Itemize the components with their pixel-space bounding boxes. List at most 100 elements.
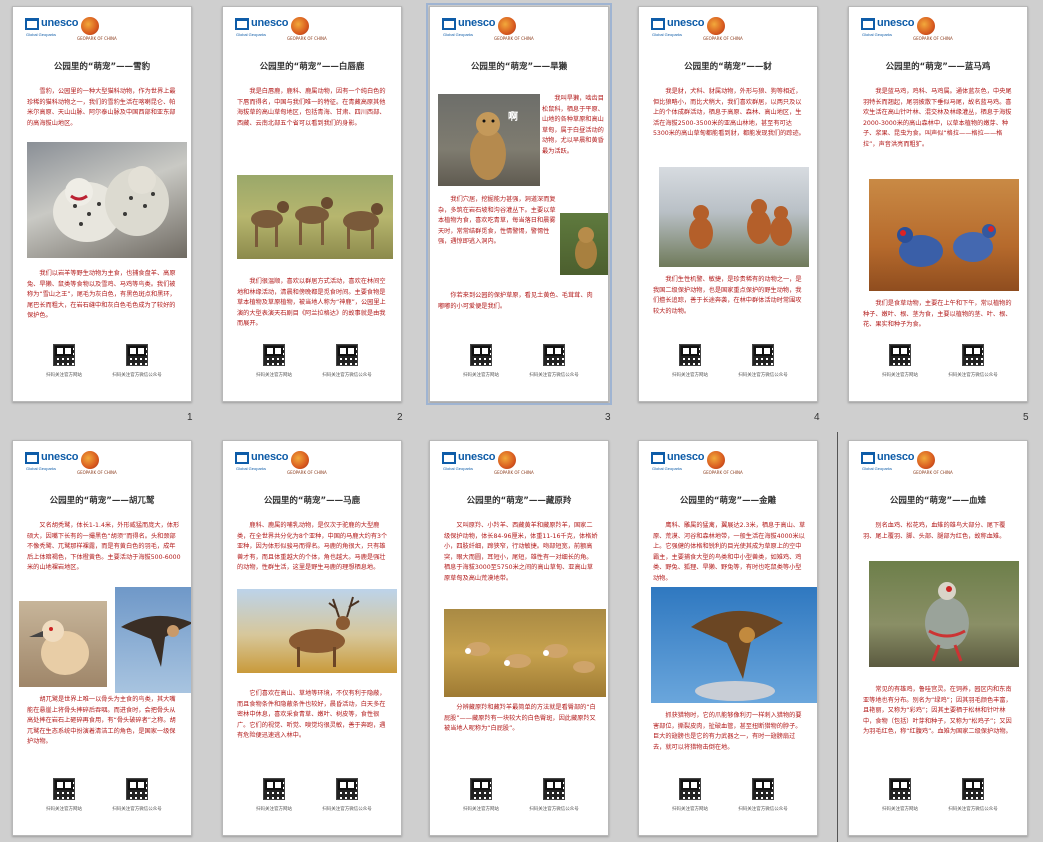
paragraph: 我是豺，犬科、豺属动物，外形与狼、狗等相近，但比狼略小，而比犬稍大，我们喜欢群居… [653, 88, 805, 137]
slide-thumbnail-2[interactable]: unesco Global Geoparks GEOPARK OF CHINA … [222, 6, 402, 402]
slide-thumbnail-9[interactable]: unesco Global Geoparks GEOPARK OF CHINA … [638, 440, 818, 836]
paragraph: 我是白唇鹿，鹿科、鹿属动物，因有一个纯白色的下唇而得名，中国与我们唯一的特征。在… [237, 88, 386, 127]
unesco-logo: unesco [41, 17, 79, 29]
qr-caption-website: 扫码关注官方网站 [256, 373, 292, 378]
slide-thumbnail-7[interactable]: unesco Global Geoparks GEOPARK OF CHINA … [222, 440, 402, 836]
header-logos: unesco Global Geoparks GEOPARK OF CHINA [651, 17, 771, 45]
paragraph: 你若来到公园的保护草原，看见土黄色、毛茸茸、肉嘟嘟的小可爱便是我们。 [438, 292, 593, 310]
qr-code-wechat [543, 778, 565, 800]
unesco-sub: Global Geoparks [26, 466, 57, 471]
qr-code-wechat [752, 344, 774, 366]
slide-title: 公园里的“萌宠”——雪豹 [53, 62, 151, 72]
unesco-sub: Global Geoparks [26, 32, 57, 37]
unesco-emblem-icon [861, 18, 875, 30]
qr-caption-wechat: 扫码关注官方微信公众号 [529, 373, 579, 378]
geopark-logo-icon [917, 17, 935, 35]
slide-thumbnail-4[interactable]: unesco Global Geoparks GEOPARK OF CHINA … [638, 6, 818, 402]
geopark-logo-icon [707, 451, 725, 469]
header-logos: unesco Global Geoparks GEOPARK OF CHINA [861, 17, 981, 45]
unesco-logo: unesco [458, 451, 496, 463]
slide-title: 公园里的“萌宠”——旱獭 [470, 62, 568, 72]
qr-code-wechat [543, 344, 565, 366]
slide-number: 2 [397, 412, 403, 423]
paragraph: 我们很温顺，喜欢以群居方式活动，喜欢在林间空地和林缘活动，清晨和傍晚都是觅食时间… [237, 278, 386, 327]
slide-thumbnail-6[interactable]: unesco Global Geoparks GEOPARK OF CHINA … [12, 440, 192, 836]
slide-number: 3 [605, 412, 611, 423]
unesco-sub: Global Geoparks [443, 466, 474, 471]
qr-code-wechat [962, 344, 984, 366]
slide-title: 公园里的“萌宠”——白唇鹿 [259, 62, 365, 72]
svg-text:啊: 啊 [508, 111, 518, 123]
geopark-sub: GEOPARK OF CHINA [703, 36, 743, 41]
unesco-emblem-icon [442, 18, 456, 30]
unesco-logo: unesco [877, 451, 915, 463]
paragraph: 我是蓝马鸡，鸡科、马鸡属。通体蓝灰色，中央尾羽特长而翘起，尾羽披散下垂似马尾，故… [863, 88, 1012, 148]
geopark-sub: GEOPARK OF CHINA [913, 470, 953, 475]
red-deer-photo [237, 589, 397, 673]
qr-caption-wechat: 扫码关注官方微信公众号 [948, 807, 998, 812]
qr-code-website [263, 344, 285, 366]
qr-caption-wechat: 扫码关注官方微信公众号 [112, 807, 162, 812]
paragraph: 我们穴居，挖掘能力甚强，洞道深而复杂，多筑在岩石坡和沟谷灌丛下。主要以草本植物为… [438, 196, 556, 245]
qr-caption-wechat: 扫码关注官方微信公众号 [322, 807, 372, 812]
slide-thumbnail-8[interactable]: unesco Global Geoparks GEOPARK OF CHINA … [429, 440, 609, 836]
qr-code-website [53, 778, 75, 800]
paragraph: 分辨藏原羚和藏羚羊最简单的方法就是看臀部的“白屁股”——藏原羚有一块较大的白色臀… [444, 704, 596, 732]
slide-number: 5 [1023, 412, 1029, 423]
qr-caption-website: 扫码关注官方网站 [882, 373, 918, 378]
unesco-logo: unesco [667, 451, 705, 463]
paragraph: 别名血鸡、松花鸡，血雉的雄鸟大部分、尾下覆羽、尾上覆羽、脚、头部、腿部为红色，故… [863, 522, 1006, 540]
geopark-sub: GEOPARK OF CHINA [913, 36, 953, 41]
geopark-logo-icon [81, 451, 99, 469]
qr-code-website [470, 344, 492, 366]
geopark-logo-icon [498, 17, 516, 35]
blood-pheasant-photo [869, 561, 1019, 667]
paragraph: 我们生性机警、敏捷，是珍贵稀有的动物之一，是我国二级保护动物，也是国家重点保护的… [653, 276, 802, 315]
slide-thumbnail-5[interactable]: unesco Global Geoparks GEOPARK OF CHINA … [848, 6, 1028, 402]
qr-code-website [889, 344, 911, 366]
unesco-logo: unesco [251, 17, 289, 29]
slide-thumbnail-1[interactable]: unesco Global Geoparks GEOPARK OF CHINA … [12, 6, 192, 402]
geopark-sub: GEOPARK OF CHINA [287, 36, 327, 41]
blue-eared-pheasant-photo [869, 179, 1019, 291]
unesco-emblem-icon [235, 452, 249, 464]
unesco-logo: unesco [41, 451, 79, 463]
paragraph: 它们喜欢在高山、草地等环境，不仅有利于隐蔽，而且食物条件和隐蔽条件也较好，晨昏活… [237, 690, 386, 739]
tibetan-gazelle-photo [444, 609, 606, 697]
bearded-vulture-photo-2 [115, 587, 191, 693]
paragraph: 又叫原羚、小羚羊、西藏黄羊和藏原羚羊，国家二级保护动物，体长84-96厘米，体重… [444, 522, 598, 582]
slide-title: 公园里的“萌宠”——藏原羚 [466, 496, 572, 506]
geopark-sub: GEOPARK OF CHINA [77, 470, 117, 475]
slide-thumbnail-10[interactable]: unesco Global Geoparks GEOPARK OF CHINA … [848, 440, 1028, 836]
unesco-sub: Global Geoparks [862, 466, 893, 471]
dhole-photo [659, 167, 809, 267]
qr-code-website [679, 778, 701, 800]
unesco-logo: unesco [251, 451, 289, 463]
slide-title: 公园里的“萌宠”——金雕 [679, 496, 777, 506]
golden-eagle-photo [651, 587, 817, 703]
marmot-photo-1: 啊 [438, 94, 540, 186]
geopark-sub: GEOPARK OF CHINA [703, 470, 743, 475]
geopark-logo-icon [707, 17, 725, 35]
unesco-sub: Global Geoparks [236, 32, 267, 37]
geopark-sub: GEOPARK OF CHINA [77, 36, 117, 41]
paragraph: 又名胡秃鹫，体长1-1.4米，外形威猛而庞大，体形硕大，因嘴下长有的一撮黑色“胡… [27, 522, 181, 571]
bearded-vulture-photo-1 [19, 601, 107, 687]
slide-thumbnail-3[interactable]: unesco Global Geoparks GEOPARK OF CHINA … [426, 3, 612, 405]
header-logos: unesco Global Geoparks GEOPARK OF CHINA [651, 451, 771, 479]
geopark-sub: GEOPARK OF CHINA [494, 470, 534, 475]
unesco-sub: Global Geoparks [652, 32, 683, 37]
unesco-emblem-icon [651, 452, 665, 464]
qr-code-wechat [336, 344, 358, 366]
unesco-sub: Global Geoparks [862, 32, 893, 37]
slide-number: 4 [814, 412, 820, 423]
geopark-sub: GEOPARK OF CHINA [287, 470, 327, 475]
qr-code-wechat [336, 778, 358, 800]
qr-caption-website: 扫码关注官方网站 [882, 807, 918, 812]
qr-caption-website: 扫码关注官方网站 [46, 373, 82, 378]
snow-leopard-photo [27, 142, 187, 258]
paragraph: 我们以岩羊等野生动物为主食，也捕食盘羊、高原兔、旱獭、鼠类等食物以及雪鸡、马鸡等… [27, 270, 176, 319]
header-logos: unesco Global Geoparks GEOPARK OF CHINA [442, 17, 562, 45]
geopark-logo-icon [291, 451, 309, 469]
paragraph: 鹰科、雕属的猛禽，翼展达2.3米，栖息于高山、草原、荒漠、河谷和森林地带，一般生… [653, 522, 806, 582]
